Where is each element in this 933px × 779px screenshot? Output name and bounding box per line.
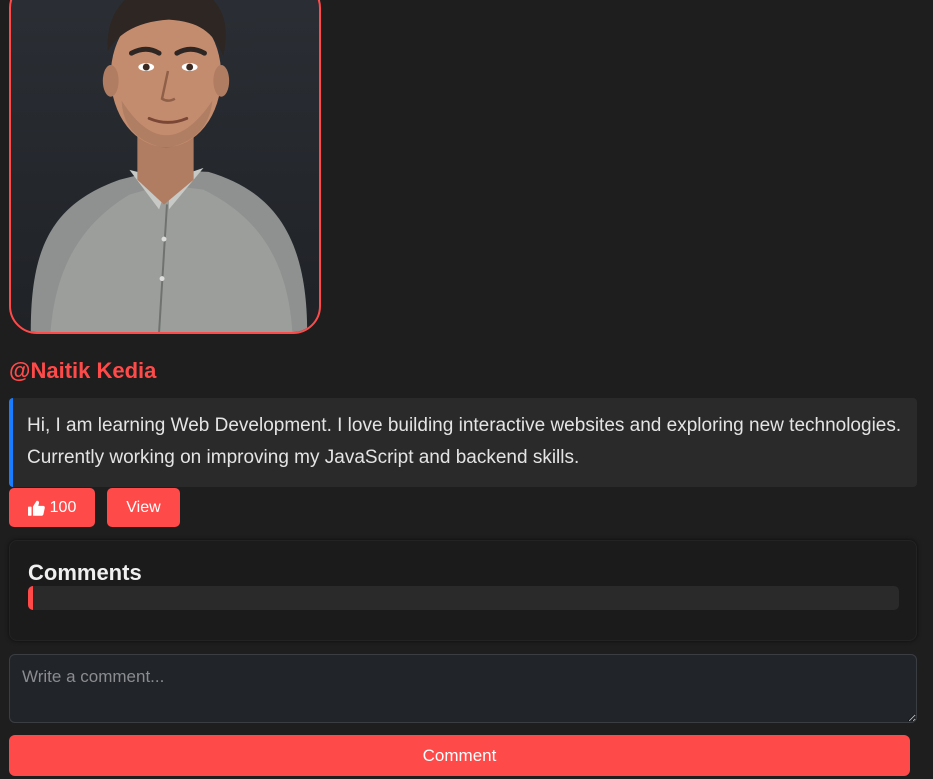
like-count: 100: [49, 498, 77, 516]
comments-title: Comments: [28, 560, 142, 585]
comment-input[interactable]: [9, 654, 917, 723]
comments-list: [28, 586, 899, 610]
view-button[interactable]: View: [107, 488, 180, 527]
profile-page: @Naitik Kedia Hi, I am learning Web Deve…: [0, 0, 933, 779]
bio-text: Hi, I am learning Web Development. I lov…: [9, 398, 917, 487]
comment-submit-button[interactable]: Comment: [9, 735, 910, 776]
profile-photo-illustration: [30, 0, 308, 332]
username: @Naitik Kedia: [9, 358, 157, 383]
thumbs-up-icon: [27, 500, 45, 516]
profile-photo: [9, 0, 321, 334]
comments-section: Comments: [9, 540, 917, 641]
like-button[interactable]: 100: [9, 488, 95, 527]
